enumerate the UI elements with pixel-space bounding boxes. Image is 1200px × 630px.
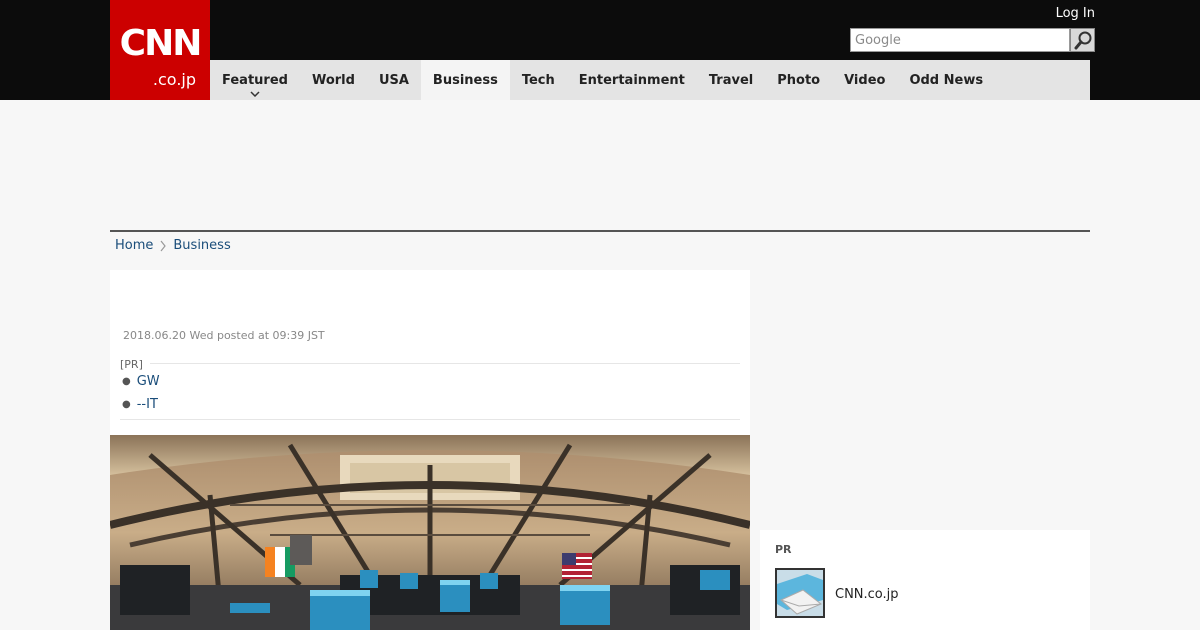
nav-item-label: Business xyxy=(432,72,498,88)
nav-item-label: USA xyxy=(378,72,409,88)
nav-item-travel[interactable]: Travel xyxy=(697,60,765,100)
nav-item-business[interactable]: Business xyxy=(420,60,510,100)
pr-link-gw[interactable]: GW xyxy=(137,374,160,389)
pr-label: [PR] xyxy=(120,358,143,371)
sidebar-item-label[interactable]: CNN.co.jp xyxy=(835,587,899,602)
article-photo xyxy=(110,435,750,630)
nav-item-entertainment[interactable]: Entertainment xyxy=(567,60,697,100)
bullet-icon: ● xyxy=(122,376,131,387)
breadcrumb-home[interactable]: Home xyxy=(115,238,153,253)
article-header: 2018.06.20 Wed posted at 09:39 JST [PR] … xyxy=(110,270,750,435)
divider xyxy=(150,363,740,364)
sidebar-pr-title: PR xyxy=(775,543,792,556)
main-nav: Featured World USA Business Tech Enterta… xyxy=(210,60,1090,100)
sidebar-thumbnail[interactable] xyxy=(775,568,825,618)
nav-item-label: Video xyxy=(844,72,886,88)
login-link[interactable]: Log In xyxy=(1056,6,1095,21)
nav-item-label: Tech xyxy=(521,72,555,88)
cnn-logo[interactable]: CNN .co.jp xyxy=(110,0,210,100)
nav-item-label: Entertainment xyxy=(578,72,685,88)
logo-main-text: CNN xyxy=(119,23,203,64)
pr-link-it[interactable]: --IT xyxy=(137,397,158,412)
list-item: ● GW xyxy=(122,374,160,389)
article-date: 2018.06.20 Wed posted at 09:39 JST xyxy=(123,329,325,342)
nav-item-label: Featured xyxy=(222,72,288,88)
nav-item-world[interactable]: World xyxy=(300,60,367,100)
nav-item-label: Photo xyxy=(777,72,821,88)
bullet-icon: ● xyxy=(122,399,131,410)
nav-item-usa[interactable]: USA xyxy=(367,60,421,100)
nav-item-video[interactable]: Video xyxy=(832,60,897,100)
magnifier-icon xyxy=(1074,31,1091,50)
nav-item-tech[interactable]: Tech xyxy=(510,60,567,100)
breadcrumb-business[interactable]: Business xyxy=(173,238,230,253)
logo-sub-text: .co.jp xyxy=(152,70,196,89)
nav-item-label: Travel xyxy=(708,72,754,88)
nav-item-odd-news[interactable]: Odd News xyxy=(897,60,995,100)
nav-item-label: Odd News xyxy=(909,72,984,88)
chevron-down-icon xyxy=(250,91,260,97)
divider xyxy=(120,419,740,420)
nav-item-featured[interactable]: Featured xyxy=(210,60,300,100)
search-button[interactable] xyxy=(1070,28,1095,52)
search-input[interactable] xyxy=(850,28,1070,52)
chevron-right-icon xyxy=(160,240,167,251)
sidebar-pr-box: PR CNN.co.jp xyxy=(760,530,1090,630)
list-item: ● --IT xyxy=(122,397,158,412)
nav-item-photo[interactable]: Photo xyxy=(765,60,832,100)
header-divider xyxy=(110,230,1090,232)
nav-item-label: World xyxy=(311,72,355,88)
breadcrumb: Home Business xyxy=(115,238,231,253)
